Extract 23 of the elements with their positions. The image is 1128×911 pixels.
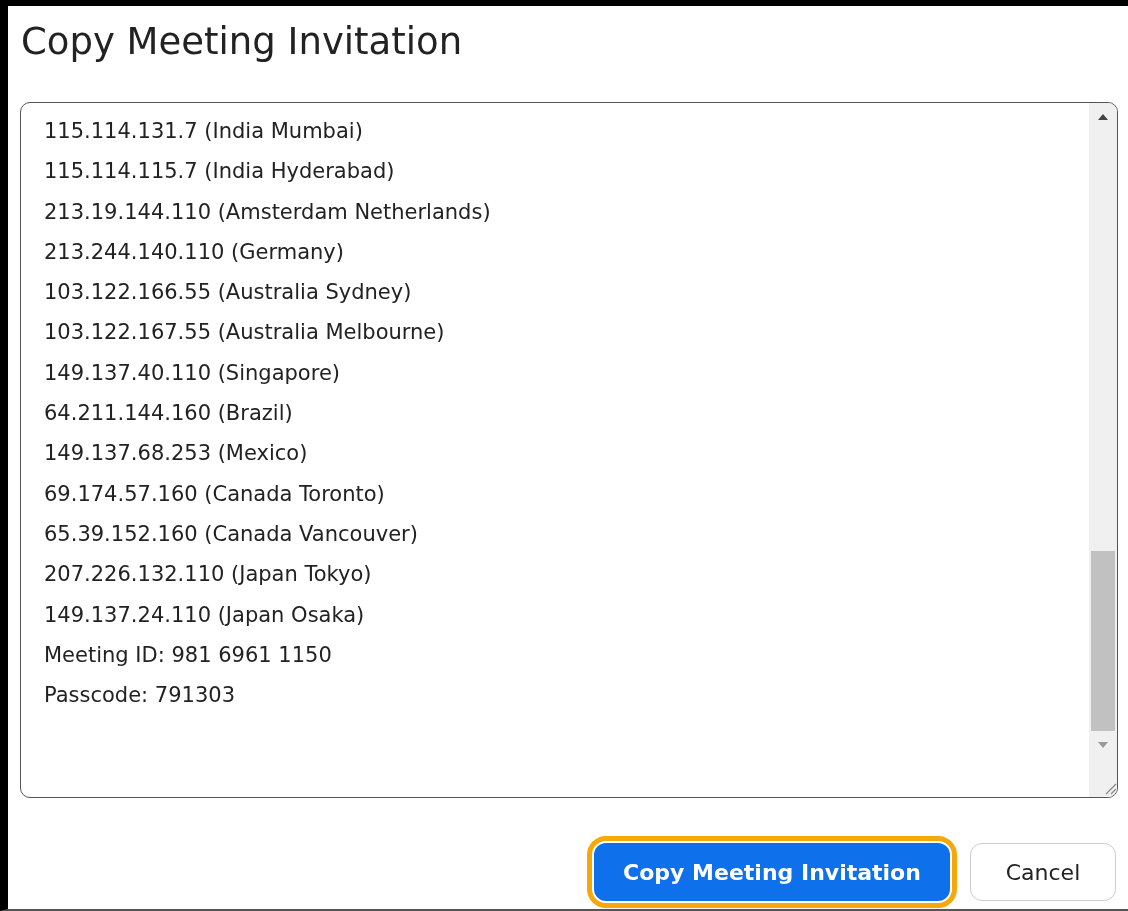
dialog-title: Copy Meeting Invitation xyxy=(20,19,464,65)
invitation-text-area[interactable] xyxy=(20,102,1118,798)
scroll-up-icon[interactable] xyxy=(1097,113,1109,121)
invitation-line: 115.114.115.7 (India Hyderabad) xyxy=(44,158,396,186)
invitation-line: 213.19.144.110 (Amsterdam Netherlands) xyxy=(44,198,492,226)
invitation-line: 213.244.140.110 (Germany) xyxy=(44,238,345,266)
invitation-line: 69.174.57.160 (Canada Toronto) xyxy=(44,480,386,508)
scroll-thumb[interactable] xyxy=(1091,551,1115,731)
invitation-line: 149.137.68.253 (Mexico) xyxy=(44,440,309,468)
invitation-line: 65.39.152.160 (Canada Vancouver) xyxy=(44,520,419,548)
invitation-line: 64.211.144.160 (Brazil) xyxy=(44,400,294,428)
cancel-button[interactable]: Cancel xyxy=(970,843,1116,901)
invitation-line: 207.226.132.110 (Japan Tokyo) xyxy=(44,561,373,589)
invitation-line: 149.137.40.110 (Singapore) xyxy=(44,359,341,387)
invitation-line: Meeting ID: 981 6961 1150 xyxy=(44,641,333,669)
resize-grip-icon[interactable] xyxy=(1103,781,1117,795)
scroll-down-icon[interactable] xyxy=(1097,741,1109,749)
invitation-line: 103.122.166.55 (Australia Sydney) xyxy=(44,279,413,307)
scrollbar[interactable] xyxy=(1089,103,1117,797)
invitation-line: 103.122.167.55 (Australia Melbourne) xyxy=(44,319,446,347)
invitation-line: 115.114.131.7 (India Mumbai) xyxy=(44,118,364,145)
invitation-line: 149.137.24.110 (Japan Osaka) xyxy=(44,601,366,629)
invitation-line: Passcode: 791303 xyxy=(44,682,237,710)
